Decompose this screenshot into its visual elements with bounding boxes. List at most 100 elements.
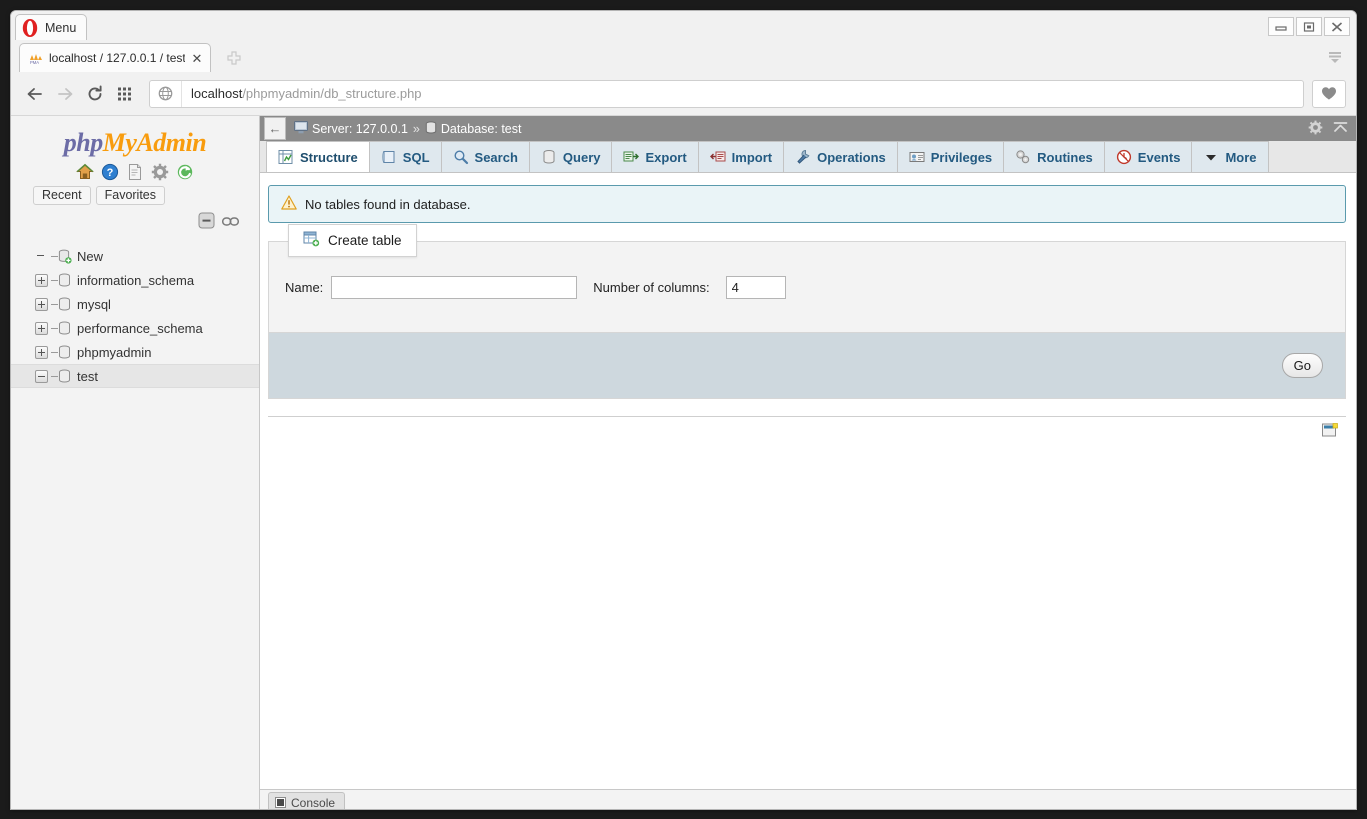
phpmyadmin-favicon-icon: PMA: [28, 51, 44, 65]
server-icon: [294, 121, 308, 137]
reload-refresh-icon[interactable]: [176, 163, 194, 181]
browser-tab[interactable]: PMA localhost / 127.0.0.1 / test ✕: [19, 43, 211, 72]
create-table-legend-label: Create table: [328, 233, 402, 248]
tab-import[interactable]: Import: [698, 141, 784, 172]
tab-search[interactable]: Search: [441, 141, 530, 172]
tree-item-information-schema[interactable]: information_schema: [11, 268, 259, 292]
globe-icon: [150, 81, 182, 107]
database-icon: [58, 369, 71, 383]
console-square-icon: [275, 797, 286, 808]
collapse-panel-icon[interactable]: [1333, 120, 1348, 138]
tab-routines[interactable]: Routines: [1003, 141, 1105, 172]
structure-icon: [278, 149, 294, 165]
warning-triangle-icon: [281, 195, 297, 213]
main-tabs: Structure SQL: [260, 141, 1356, 173]
collapse-all-icon[interactable]: [198, 212, 215, 234]
logo-admin: Admin: [136, 128, 206, 157]
minimize-button[interactable]: [1268, 17, 1294, 36]
tab-label: SQL: [403, 150, 430, 165]
address-bar[interactable]: localhost/phpmyadmin/db_structure.php: [149, 80, 1304, 108]
settings-gear-icon[interactable]: [1308, 120, 1323, 138]
tab-query[interactable]: Query: [529, 141, 613, 172]
tree-connector: [51, 256, 58, 257]
page-window-icon[interactable]: [1322, 423, 1338, 437]
link-with-main-panel-icon[interactable]: [222, 214, 239, 232]
favorites-pill[interactable]: Favorites: [96, 186, 165, 205]
tree-expander-plus[interactable]: [35, 322, 48, 335]
tab-privileges[interactable]: Privileges: [897, 141, 1004, 172]
database-icon: [425, 121, 437, 137]
tab-label: Privileges: [931, 150, 992, 165]
docs-icon[interactable]: [126, 163, 144, 181]
events-clock-icon: [1116, 149, 1132, 165]
tab-export[interactable]: Export: [611, 141, 698, 172]
sidebar-icon-row: ?: [11, 160, 259, 186]
tree-connector: [51, 304, 58, 305]
browser-titlebar: Menu: [11, 11, 1356, 43]
import-icon: [710, 149, 726, 165]
tab-events[interactable]: Events: [1104, 141, 1193, 172]
tab-sql[interactable]: SQL: [369, 141, 442, 172]
database-icon: [58, 273, 71, 287]
number-of-columns-input[interactable]: [726, 276, 786, 299]
tree-expander-plus[interactable]: [35, 298, 48, 311]
new-tab-button[interactable]: [223, 48, 245, 68]
url-path: /phpmyadmin/db_structure.php: [242, 86, 421, 101]
database-icon: [58, 321, 71, 335]
tree-item-phpmyadmin[interactable]: phpmyadmin: [11, 340, 259, 364]
console-tab[interactable]: Console: [268, 792, 345, 810]
tab-structure[interactable]: Structure: [266, 141, 370, 172]
bookmark-heart-icon[interactable]: [1312, 80, 1346, 108]
tab-operations[interactable]: Operations: [783, 141, 898, 172]
table-name-input[interactable]: [331, 276, 577, 299]
go-button[interactable]: Go: [1282, 353, 1323, 378]
tabstrip-menu-icon[interactable]: [1324, 46, 1346, 68]
browser-tab-title: localhost / 127.0.0.1 / test: [49, 51, 185, 65]
speed-dial-button[interactable]: [111, 80, 139, 108]
forward-button[interactable]: [51, 80, 79, 108]
browser-window: Menu: [10, 10, 1357, 810]
tab-label: Search: [475, 150, 518, 165]
browser-navbar: localhost/phpmyadmin/db_structure.php: [11, 72, 1356, 116]
opera-menu-button[interactable]: Menu: [15, 14, 87, 40]
tab-close-icon[interactable]: ✕: [190, 51, 204, 65]
tree-item-mysql[interactable]: mysql: [11, 292, 259, 316]
back-button[interactable]: [21, 80, 49, 108]
breadcrumb-bar: ← Server: 127.0.0.1 »: [260, 116, 1356, 141]
breadcrumb-database-text[interactable]: Database: test: [441, 122, 522, 136]
opera-o-logo-icon: [20, 18, 40, 38]
reload-button[interactable]: [81, 80, 109, 108]
address-bar-text[interactable]: localhost/phpmyadmin/db_structure.php: [182, 86, 422, 101]
routines-gears-icon: [1015, 149, 1031, 165]
sql-icon: [381, 149, 397, 165]
create-table-legend[interactable]: Create table: [288, 224, 417, 257]
query-icon: [541, 149, 557, 165]
settings-gear-icon[interactable]: [151, 163, 169, 181]
tree-item-new[interactable]: New: [11, 244, 259, 268]
chevron-down-icon: [1203, 149, 1219, 165]
tree-item-test[interactable]: test: [11, 364, 259, 388]
window-controls: [1268, 17, 1350, 36]
wrench-icon: [795, 149, 811, 165]
tree-expander-plus[interactable]: [35, 346, 48, 359]
svg-text:?: ?: [107, 167, 114, 179]
sidebar-pills: Recent Favorites: [11, 186, 259, 209]
maximize-button[interactable]: [1296, 17, 1322, 36]
tree-expander-minus[interactable]: [35, 370, 48, 383]
tab-label: Query: [563, 150, 601, 165]
tab-label: Routines: [1037, 150, 1093, 165]
no-tables-notice: No tables found in database.: [268, 185, 1346, 223]
home-icon[interactable]: [76, 163, 94, 181]
recent-pill[interactable]: Recent: [33, 186, 91, 205]
tree-expander-plus[interactable]: [35, 274, 48, 287]
tree-item-label: test: [77, 369, 98, 384]
tree-item-performance-schema[interactable]: performance_schema: [11, 316, 259, 340]
breadcrumb-server-text[interactable]: Server: 127.0.0.1: [312, 122, 408, 136]
breadcrumb-back-button[interactable]: ←: [264, 117, 286, 140]
phpmyadmin-logo[interactable]: phpMyAdmin: [11, 116, 259, 160]
create-table-footer: Go: [268, 333, 1346, 399]
tab-more[interactable]: More: [1191, 141, 1268, 172]
help-icon[interactable]: ?: [101, 163, 119, 181]
close-button[interactable]: [1324, 17, 1350, 36]
no-tables-notice-text: No tables found in database.: [305, 197, 471, 212]
